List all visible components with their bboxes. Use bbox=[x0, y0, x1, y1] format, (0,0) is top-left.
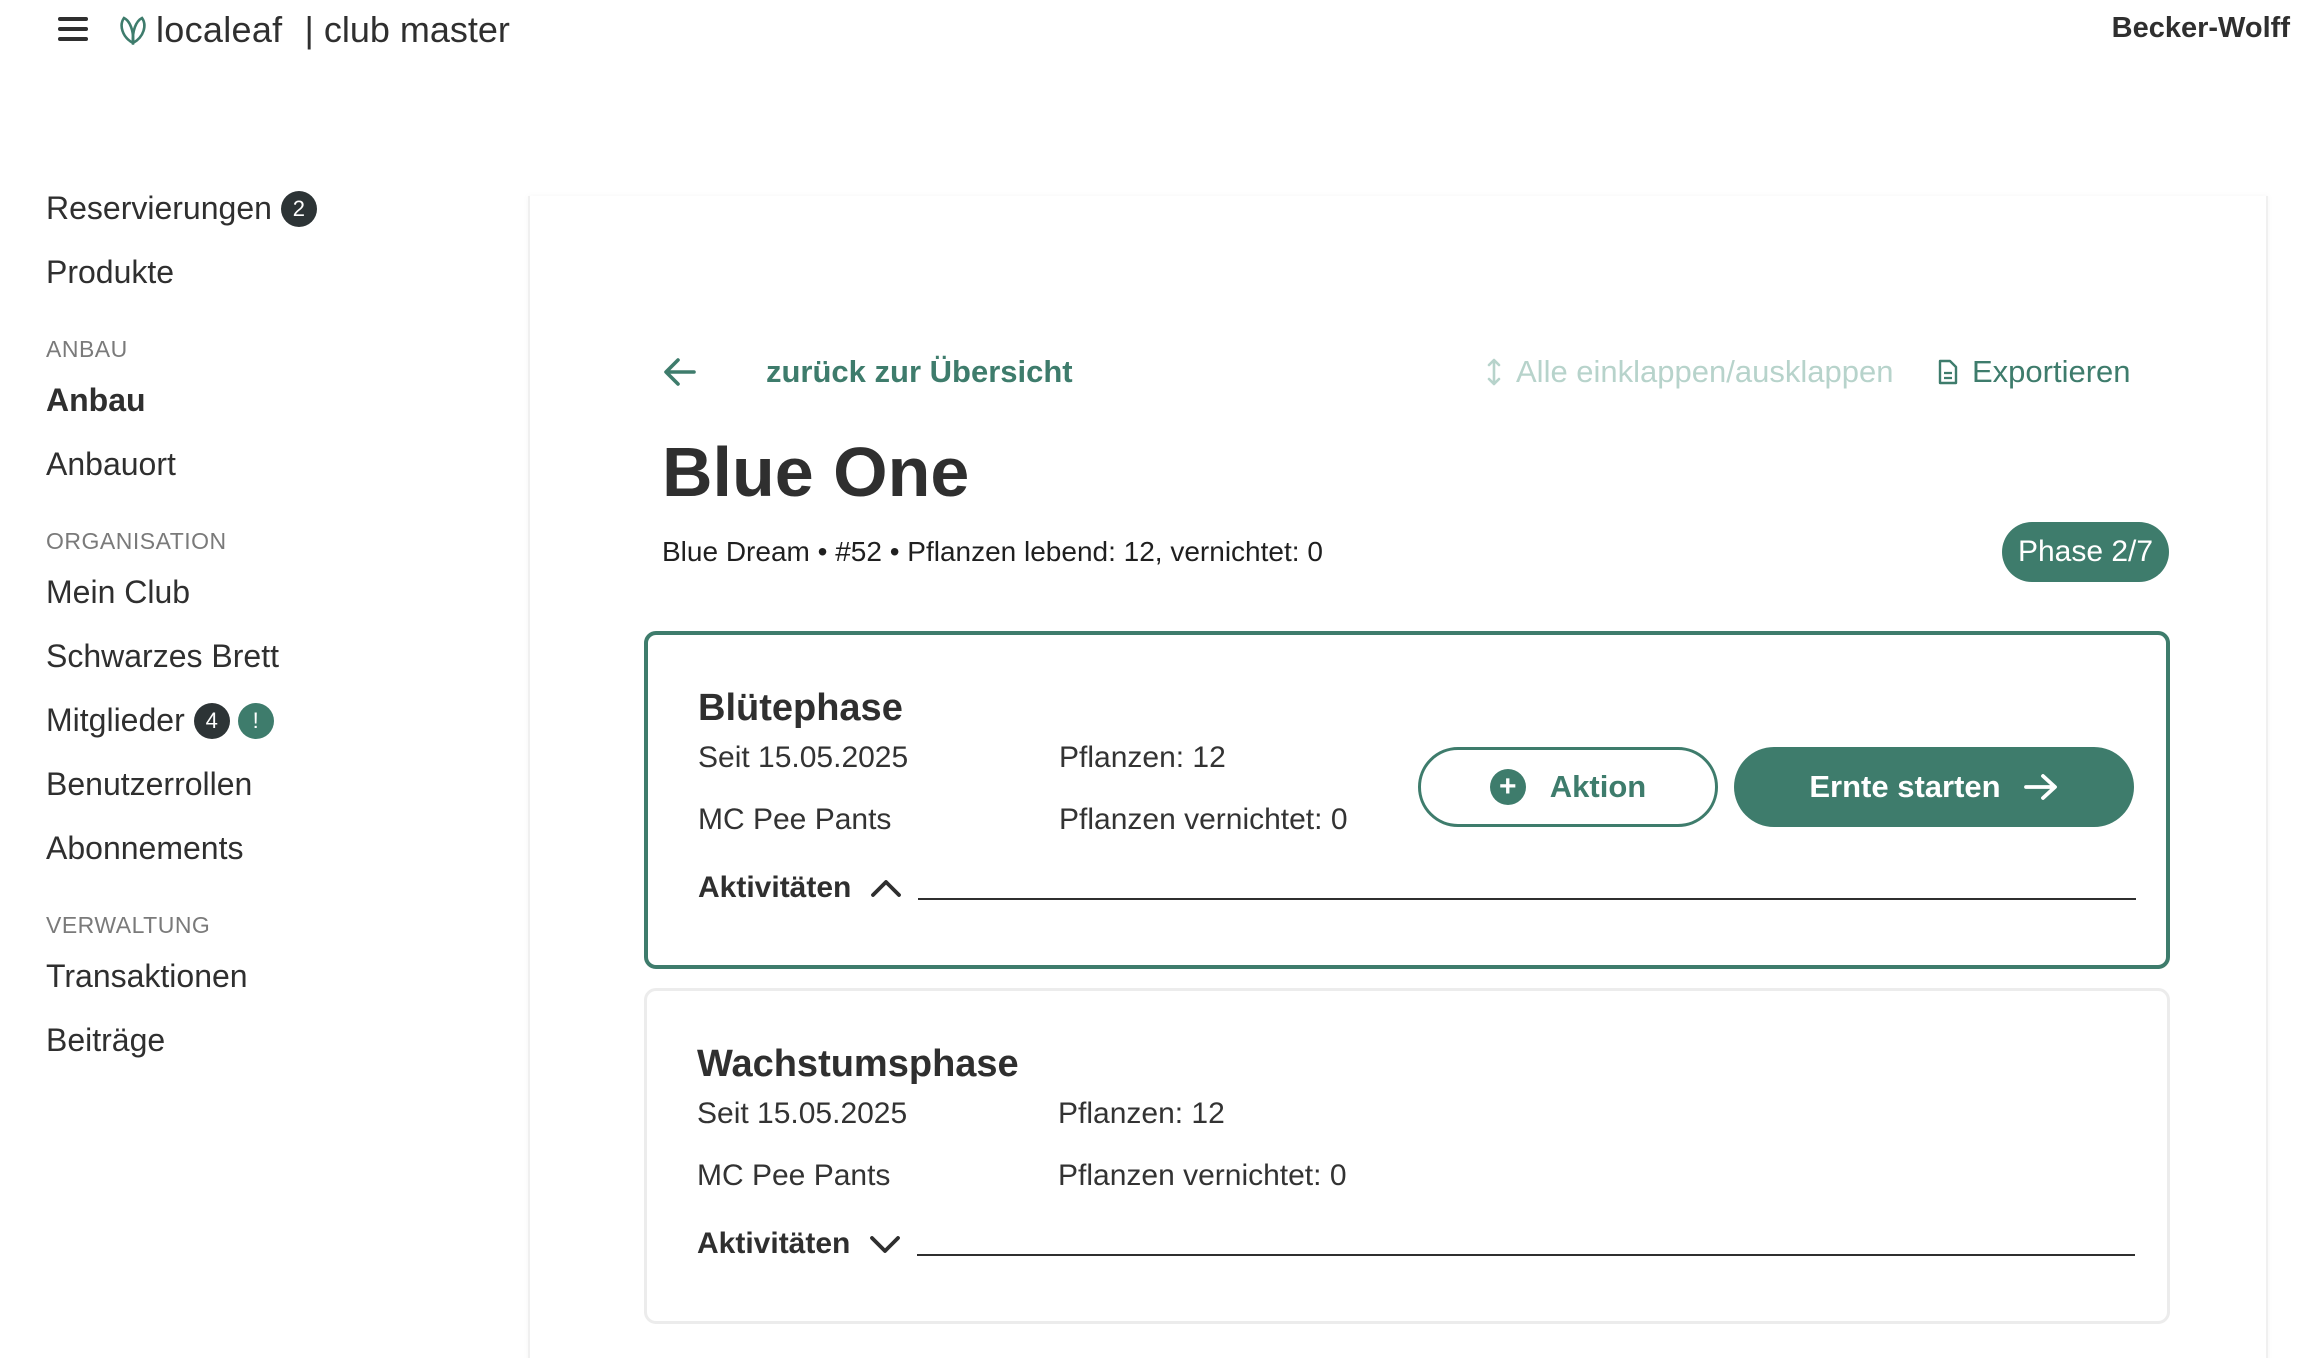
section-label-organisation: ORGANISATION bbox=[46, 528, 227, 554]
phase-owner: MC Pee Pants bbox=[697, 1159, 891, 1192]
arrow-right-icon bbox=[2023, 774, 2057, 800]
sidebar-item-label: Mitglieder bbox=[46, 702, 185, 738]
logo-text: localeaf bbox=[156, 9, 283, 50]
phase-card: Wachstumsphase Seit 15.05.2025 MC Pee Pa… bbox=[644, 988, 2170, 1324]
plus-circle-icon: + bbox=[1489, 769, 1526, 805]
app-logo[interactable]: localeaf | club master bbox=[116, 8, 510, 52]
export-label: Exportieren bbox=[1972, 354, 2131, 389]
app-header: localeaf | club master Becker-Wolff bbox=[0, 0, 2314, 64]
count-badge: 2 bbox=[280, 190, 317, 227]
activities-label: Aktivitäten bbox=[698, 871, 852, 904]
divider bbox=[917, 1254, 2135, 1256]
sidebar-item-beitraege[interactable]: Beiträge bbox=[46, 1022, 165, 1059]
sidebar-item-label: Anbauort bbox=[46, 446, 176, 482]
sidebar-item-label: Schwarzes Brett bbox=[46, 638, 279, 674]
section-label-anbau: ANBAU bbox=[46, 336, 128, 362]
hamburger-menu-icon[interactable] bbox=[56, 14, 90, 44]
activities-toggle[interactable]: Aktivitäten bbox=[697, 1227, 902, 1261]
sidebar-item-abonnements[interactable]: Abonnements bbox=[46, 830, 243, 867]
sidebar-item-label: Benutzerrollen bbox=[46, 766, 253, 802]
phase-owner: MC Pee Pants bbox=[698, 803, 892, 836]
sidebar-item-label: Mein Club bbox=[46, 574, 191, 610]
chevron-down-icon bbox=[870, 1236, 901, 1253]
phase-badge: Phase 2/7 bbox=[2002, 522, 2169, 582]
collapse-expand-all-button[interactable]: Alle einklappen/ausklappen bbox=[1486, 354, 1893, 390]
phase-since: Seit 15.05.2025 bbox=[698, 741, 909, 774]
expand-collapse-icon bbox=[1487, 358, 1501, 386]
sidebar-item-label: Beiträge bbox=[46, 1022, 166, 1058]
user-name[interactable]: Becker-Wolff bbox=[2112, 12, 2290, 45]
sidebar-item-reservierungen[interactable]: Reservierungen 2 bbox=[46, 190, 317, 227]
sidebar-item-produkte[interactable]: Produkte bbox=[46, 254, 174, 291]
sidebar-item-label: Abonnements bbox=[46, 830, 244, 866]
grow-subtitle: Blue Dream • #52 • Pflanzen lebend: 12, … bbox=[662, 536, 1323, 567]
phase-name: Blütephase bbox=[698, 687, 903, 729]
start-harvest-button[interactable]: Ernte starten bbox=[1734, 747, 2134, 827]
phase-plants-destroyed: Pflanzen vernichtet: 0 bbox=[1059, 803, 1348, 836]
phase-plants: Pflanzen: 12 bbox=[1059, 741, 1226, 774]
activities-label: Aktivitäten bbox=[697, 1227, 851, 1260]
back-arrow-icon[interactable] bbox=[660, 352, 700, 392]
sidebar-item-mitglieder[interactable]: Mitglieder 4 ! bbox=[46, 702, 274, 739]
product-name: | club master bbox=[304, 9, 510, 50]
sidebar-item-anbauort[interactable]: Anbauort bbox=[46, 446, 176, 483]
add-action-button[interactable]: + Aktion bbox=[1418, 747, 1718, 827]
sidebar-item-label: Produkte bbox=[46, 254, 175, 290]
alert-badge: ! bbox=[237, 702, 274, 739]
sidebar-item-mein-club[interactable]: Mein Club bbox=[46, 574, 190, 611]
phase-plants: Pflanzen: 12 bbox=[1058, 1097, 1225, 1130]
sidebar-item-transaktionen[interactable]: Transaktionen bbox=[46, 958, 248, 995]
page-title: Blue One bbox=[662, 433, 970, 511]
sidebar-item-label: Anbau bbox=[46, 382, 146, 418]
section-label-verwaltung: VERWALTUNG bbox=[46, 912, 211, 938]
sidebar-item-benutzerrollen[interactable]: Benutzerrollen bbox=[46, 766, 252, 803]
export-button[interactable]: Exportieren bbox=[1938, 354, 2131, 390]
back-to-overview-link[interactable]: zurück zur Übersicht bbox=[766, 354, 1073, 390]
leaf-logo-icon bbox=[120, 16, 146, 46]
sidebar-item-label: Reservierungen bbox=[46, 190, 272, 226]
sidebar-item-schwarzes-brett[interactable]: Schwarzes Brett bbox=[46, 638, 279, 675]
phase-since: Seit 15.05.2025 bbox=[697, 1097, 908, 1130]
phase-card: Blütephase Seit 15.05.2025 MC Pee Pants … bbox=[644, 631, 2170, 969]
document-icon bbox=[1938, 359, 1958, 385]
start-harvest-label: Ernte starten bbox=[1809, 769, 2001, 804]
collapse-expand-all-label: Alle einklappen/ausklappen bbox=[1516, 354, 1894, 389]
chevron-up-icon bbox=[871, 880, 902, 897]
count-badge: 4 bbox=[193, 702, 230, 739]
add-action-label: Aktion bbox=[1549, 769, 1647, 804]
phase-plants-destroyed: Pflanzen vernichtet: 0 bbox=[1058, 1159, 1347, 1192]
sidebar-item-label: Transaktionen bbox=[46, 958, 248, 994]
activities-toggle[interactable]: Aktivitäten bbox=[698, 871, 903, 905]
divider bbox=[918, 898, 2136, 900]
phase-name: Wachstumsphase bbox=[697, 1043, 1019, 1085]
sidebar-item-anbau[interactable]: Anbau bbox=[46, 382, 146, 419]
